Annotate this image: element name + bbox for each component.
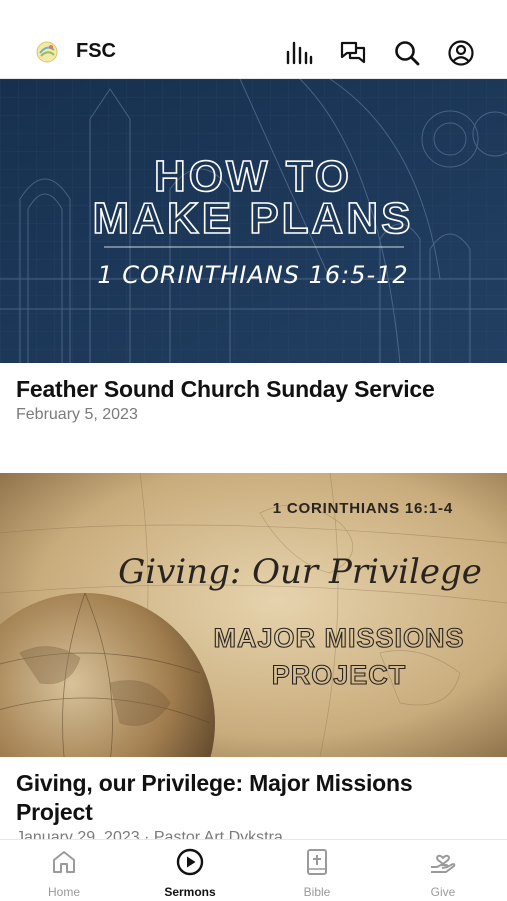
tab-label: Home	[47, 885, 80, 899]
church-logo-icon[interactable]	[36, 41, 58, 63]
sermon-artwork-blueprint[interactable]: HOW TO MAKE PLANS 1 CORINTHIANS 16:5-12	[0, 79, 507, 363]
tab-home[interactable]: Home	[19, 848, 109, 899]
artwork-title-line2: MAKE PLANS	[93, 194, 414, 243]
play-circle-icon	[145, 848, 235, 876]
artwork-scripture: 1 CORINTHIANS 16:1-4	[273, 500, 453, 517]
sermon-feed[interactable]: HOW TO MAKE PLANS 1 CORINTHIANS 16:5-12 …	[0, 79, 507, 839]
tab-label: Sermons	[164, 885, 216, 899]
messages-icon[interactable]	[338, 38, 368, 68]
tab-label: Give	[430, 885, 456, 899]
search-icon[interactable]	[392, 38, 422, 68]
tab-sermons[interactable]: Sermons	[145, 848, 235, 899]
tab-bar: Home Sermons Bible Give	[0, 839, 507, 901]
sermon-date-speaker: January 29, 2023 · Pastor Art Dykstra	[16, 829, 283, 839]
sermon-title[interactable]: Feather Sound Church Sunday Service	[16, 375, 491, 404]
sermon-card[interactable]: 1 CORINTHIANS 16:1-4 Giving: Our Privile…	[0, 473, 507, 839]
sermon-artwork-globe[interactable]: 1 CORINTHIANS 16:1-4 Giving: Our Privile…	[0, 473, 507, 757]
tab-bible[interactable]: Bible	[272, 848, 362, 899]
artwork-title-line2: PROJECT	[272, 660, 407, 690]
artwork-script-title: Giving: Our Privilege	[118, 552, 482, 592]
bible-icon	[272, 848, 362, 876]
artwork-title-line1: MAJOR MISSIONS	[213, 623, 464, 653]
give-hand-icon	[398, 848, 488, 876]
app-title: FSC	[76, 40, 116, 62]
home-icon	[19, 848, 109, 876]
sermon-date: February 5, 2023	[16, 406, 138, 423]
account-icon[interactable]	[446, 38, 476, 68]
sermon-card[interactable]: HOW TO MAKE PLANS 1 CORINTHIANS 16:5-12 …	[0, 79, 507, 424]
equalizer-icon[interactable]	[284, 38, 314, 68]
artwork-scripture: 1 CORINTHIANS 16:5-12	[97, 261, 408, 289]
sermon-title[interactable]: Giving, our Privilege: Major Missions Pr…	[16, 769, 491, 827]
tab-give[interactable]: Give	[398, 848, 488, 899]
tab-label: Bible	[303, 885, 331, 899]
app-header: FSC	[0, 0, 507, 79]
